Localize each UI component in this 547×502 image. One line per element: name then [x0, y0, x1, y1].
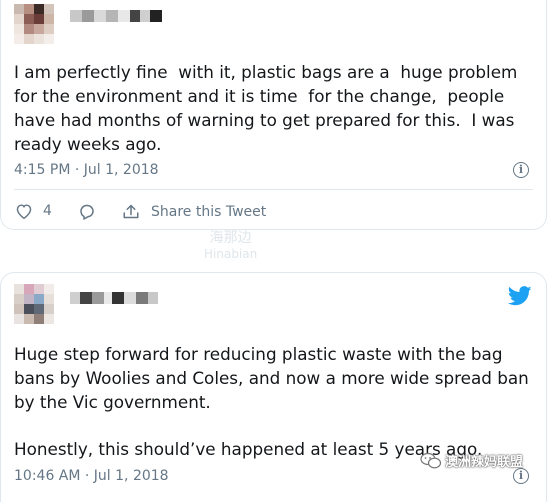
username-pixelated-2[interactable]: [70, 292, 158, 306]
avatar-pixelated-1[interactable]: [14, 4, 54, 44]
share-icon: [123, 204, 139, 219]
info-icon[interactable]: i: [513, 162, 529, 178]
heart-icon: [16, 204, 32, 219]
share-label: Share this Tweet: [151, 203, 267, 220]
tweet-2-paragraph-1: Huge step forward for reducing plastic w…: [14, 344, 535, 412]
share-button[interactable]: Share this Tweet: [122, 203, 266, 220]
wechat-watermark: 澳洲辣妈联盟: [420, 451, 523, 470]
avatar-pixelated-2[interactable]: [14, 284, 54, 324]
like-count: 4: [43, 203, 52, 219]
twitter-bird-icon[interactable]: [508, 286, 532, 306]
tweet-1-timestamp[interactable]: 4:15 PM · Jul 1, 2018: [14, 162, 159, 178]
reply-icon: [80, 204, 94, 220]
corner-watermark-text: 澳洲辣妈联盟: [445, 455, 524, 470]
tweet-1-divider: [14, 189, 533, 190]
reply-button[interactable]: [78, 203, 96, 220]
wechat-icon: [420, 452, 442, 468]
center-watermark-line2: Hinabian: [204, 247, 258, 261]
like-button[interactable]: 4: [15, 203, 52, 219]
tweet-1-text: I am perfectly fine with it, plastic bag…: [14, 62, 523, 154]
card-gap: [0, 230, 547, 272]
tweet-2-timestamp[interactable]: 10:46 AM · Jul 1, 2018: [14, 468, 169, 484]
center-watermark: 海那边 Hinabian: [204, 230, 257, 262]
username-pixelated-1[interactable]: [70, 10, 162, 24]
info-icon-2[interactable]: i: [513, 468, 529, 484]
center-watermark-line1: 海那边: [209, 230, 252, 246]
